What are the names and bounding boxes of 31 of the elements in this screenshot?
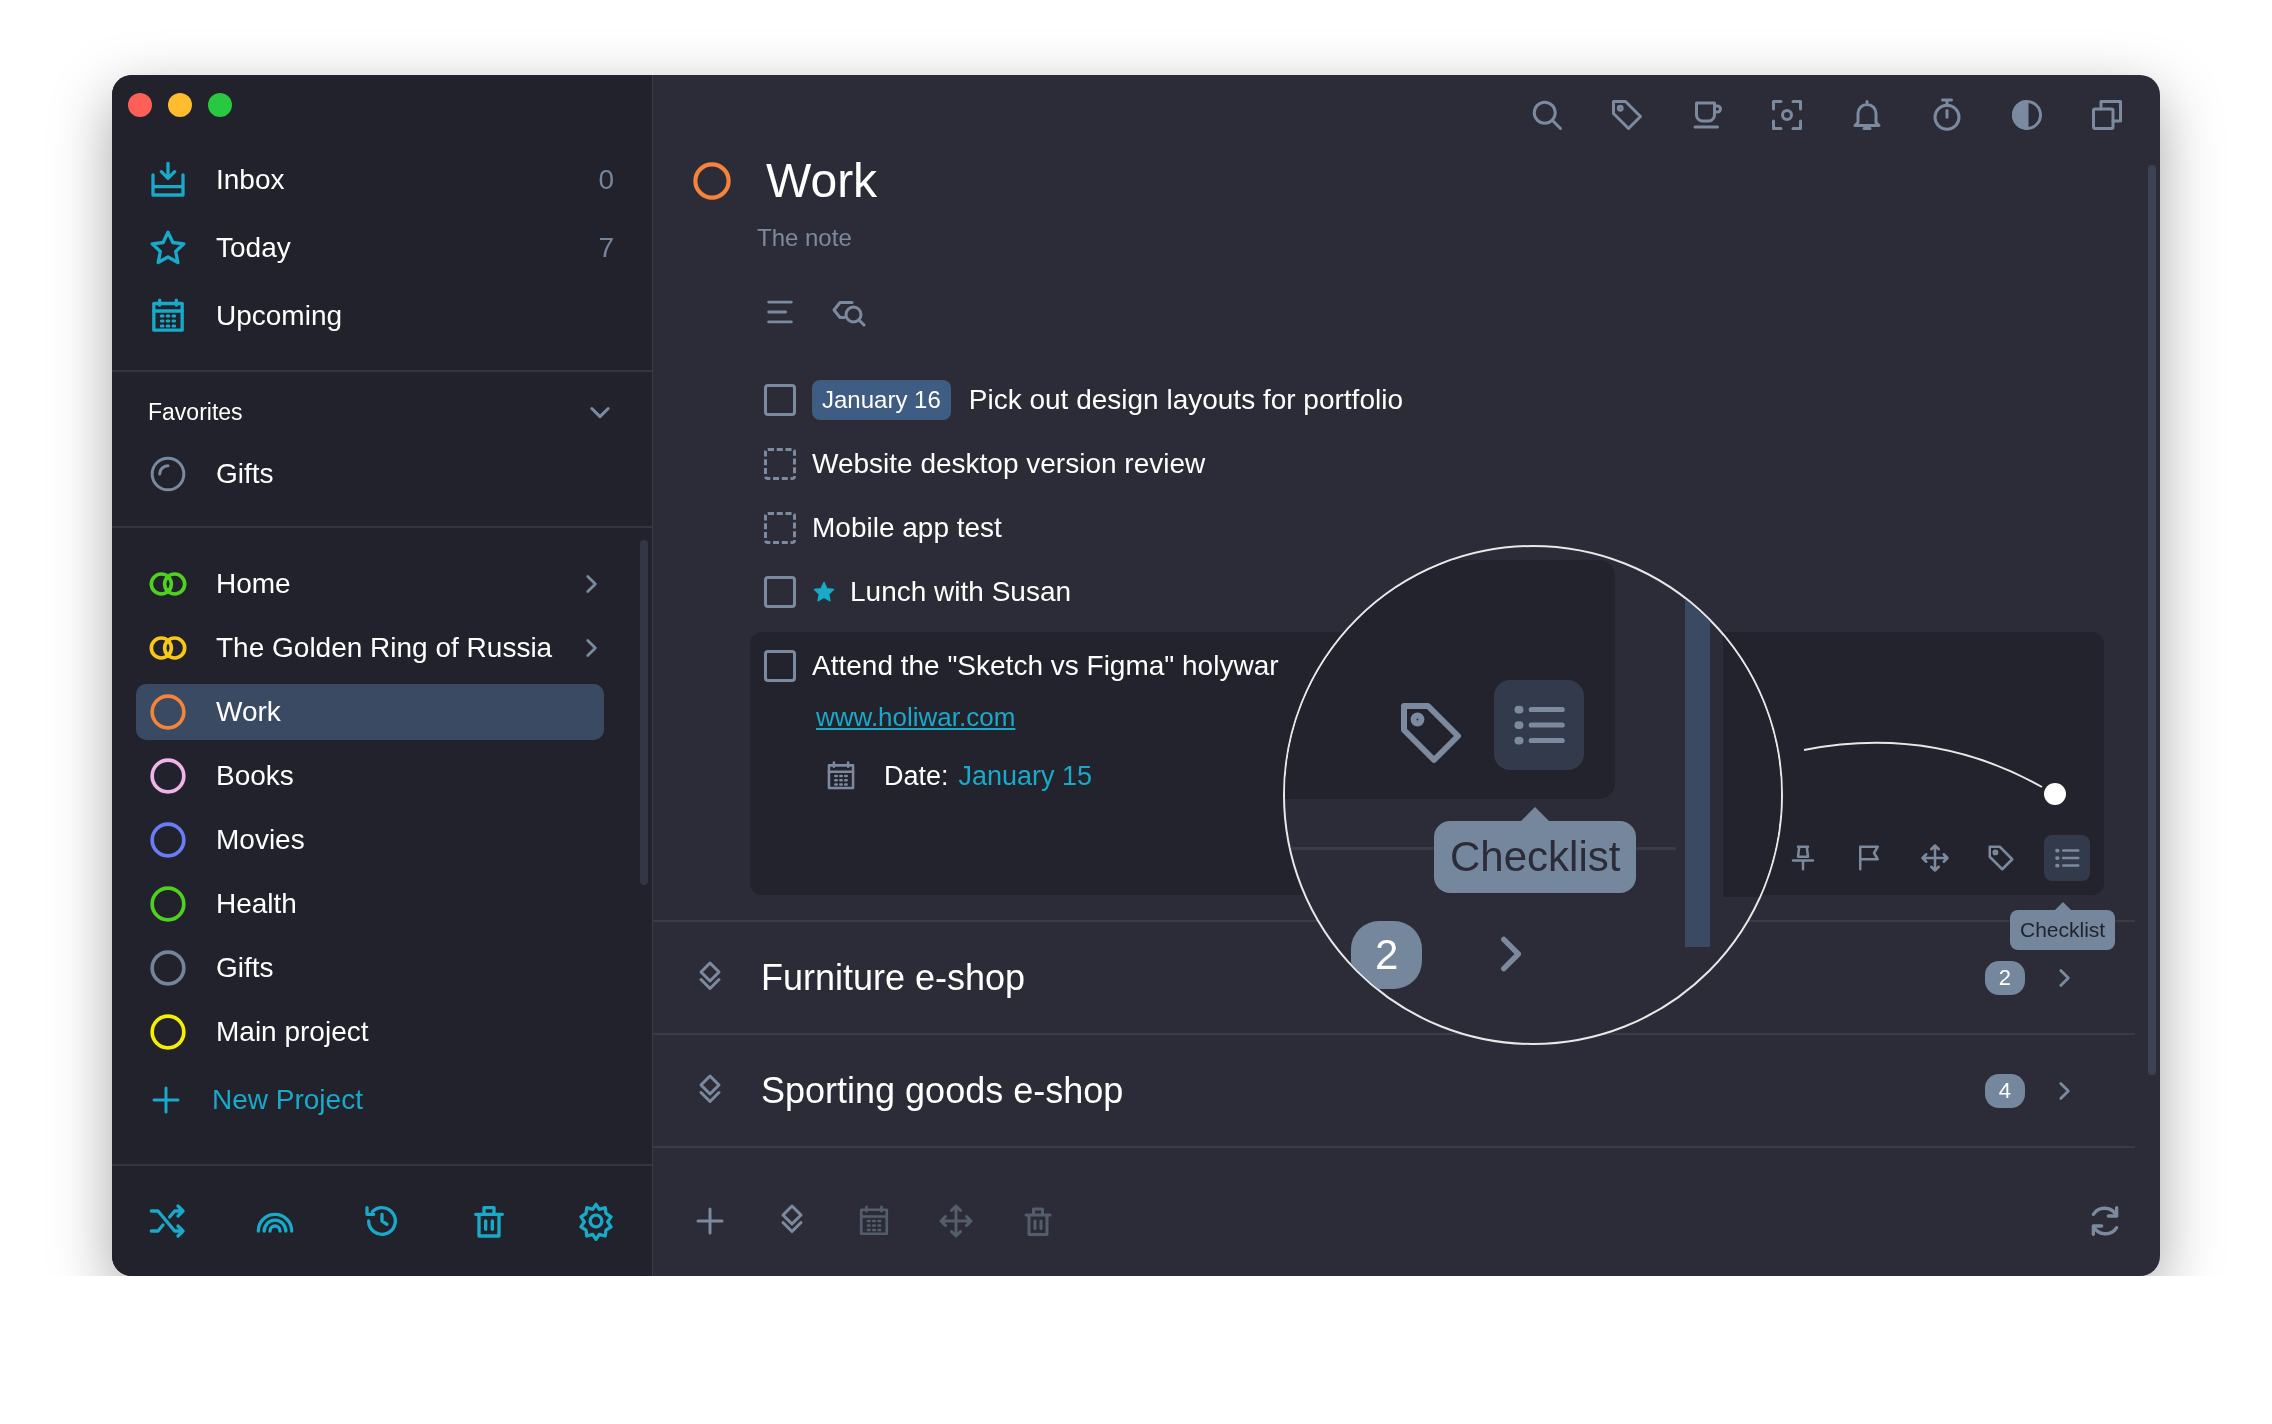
sidebar-item[interactable]: Today 7 xyxy=(112,214,652,282)
date-value[interactable]: January 15 xyxy=(958,760,1093,792)
count-badge: 4 xyxy=(1984,1073,2025,1108)
task-title[interactable]: Lunch with Susan xyxy=(850,576,1072,608)
project-title: Work xyxy=(766,153,878,208)
task-title[interactable]: Pick out design layouts for portfolio xyxy=(968,384,1403,416)
task-title[interactable]: Mobile app test xyxy=(812,512,1002,544)
date-label: Date: xyxy=(884,760,949,792)
date-tag: January 16 xyxy=(812,380,951,420)
project-item[interactable]: Gifts xyxy=(136,940,604,996)
item-count: 7 xyxy=(598,232,614,264)
project-item[interactable]: Books xyxy=(136,748,604,804)
project-item[interactable]: Health xyxy=(136,876,604,932)
sidebar-item[interactable]: Inbox 0 xyxy=(112,146,652,214)
new-project-link[interactable]: New Project xyxy=(212,1084,363,1116)
project-item[interactable]: Home xyxy=(136,556,604,612)
link[interactable]: www.holiwar.com xyxy=(816,702,1016,733)
sidebar-item[interactable]: Gifts xyxy=(112,442,652,506)
task-title[interactable]: Website desktop version review xyxy=(812,448,1206,480)
sidebar-item[interactable]: Upcoming xyxy=(112,282,652,350)
task-title[interactable]: Attend the "Sketch vs Figma" holywar xyxy=(812,650,1279,682)
item-count: 0 xyxy=(598,164,614,196)
project-item[interactable]: Movies xyxy=(136,812,604,868)
project-note: The note xyxy=(757,224,853,252)
count-badge: 2 xyxy=(1351,921,1423,989)
project-item[interactable]: Main project xyxy=(136,1004,604,1060)
count-badge: 2 xyxy=(1984,960,2025,995)
project-item[interactable]: Work xyxy=(136,684,604,740)
tooltip: Checklist xyxy=(1434,807,1637,893)
project-item[interactable]: The Golden Ring of Russia xyxy=(136,620,604,676)
section-header: Favorites xyxy=(148,398,243,426)
